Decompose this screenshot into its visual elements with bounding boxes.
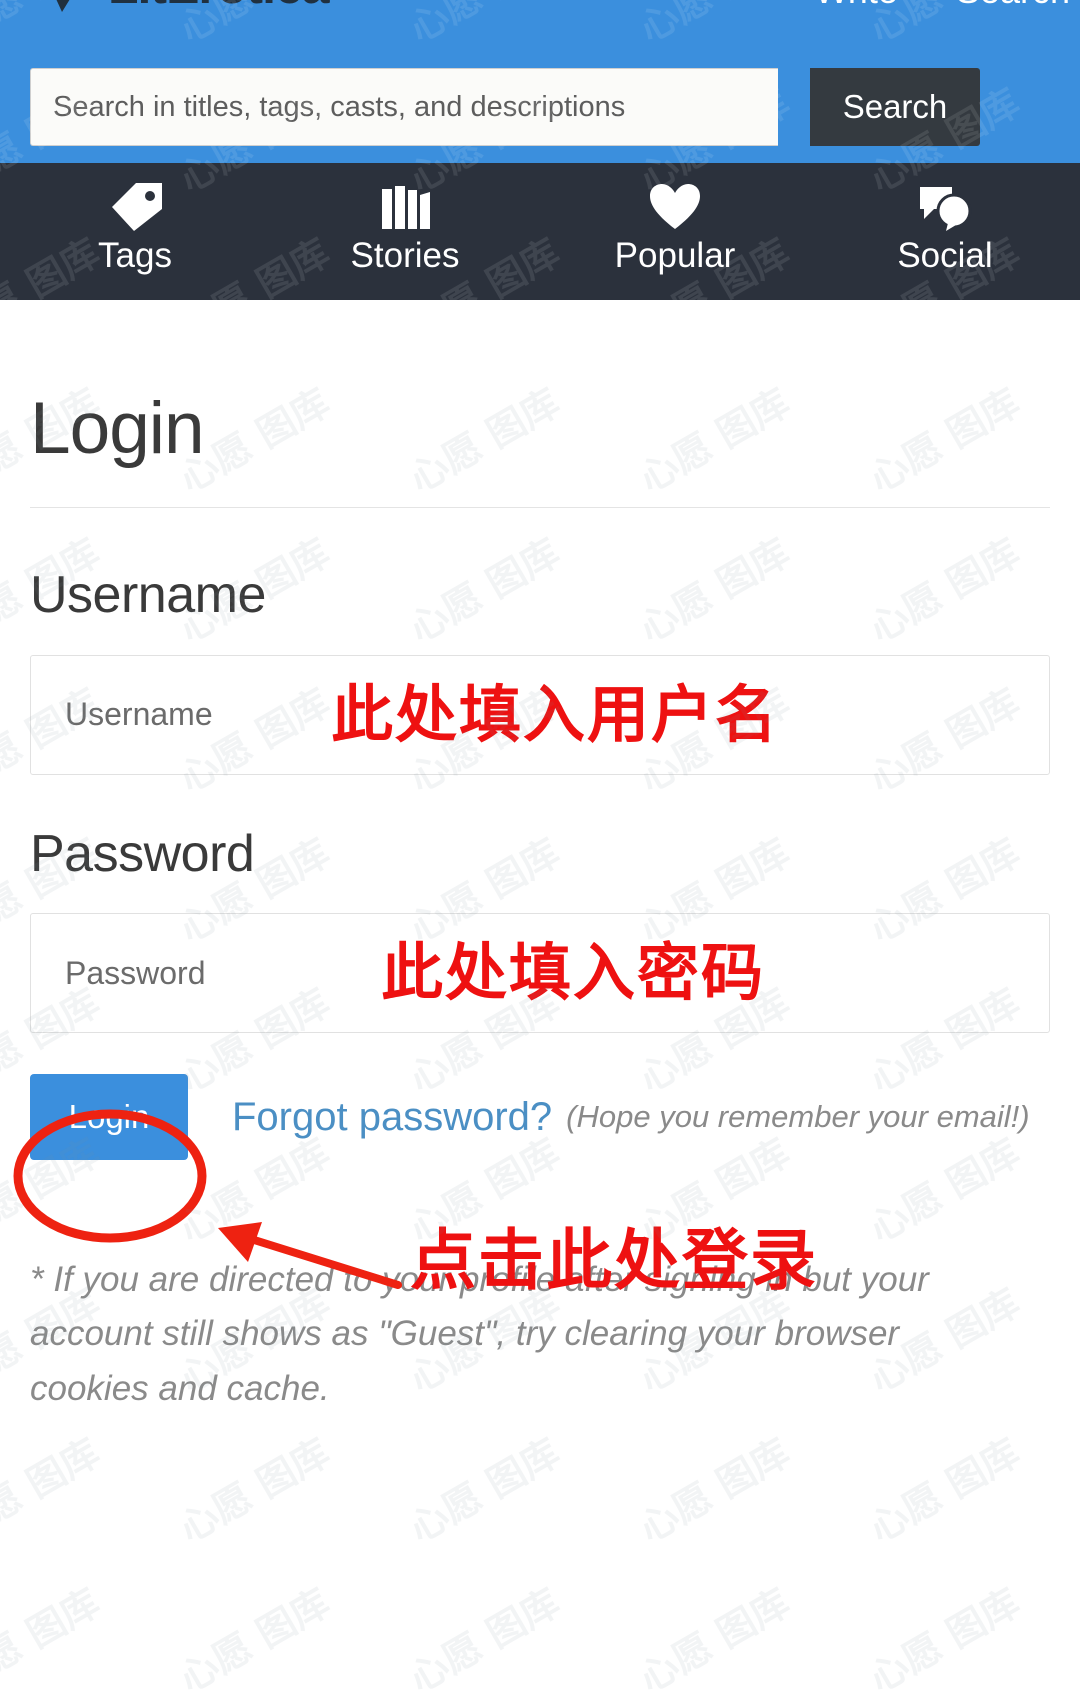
books-icon (376, 181, 434, 233)
heart-icon (646, 181, 704, 233)
username-placeholder: Username (65, 696, 213, 733)
nav-label-tags: Tags (98, 236, 172, 275)
login-actions-row: Login Forgot password? (Hope you remembe… (30, 1069, 1050, 1165)
forgot-password-note: (Hope you remember your email!) (566, 1099, 1030, 1135)
password-label: Password (30, 824, 255, 883)
main-nav: Tags Stories Popular Social (0, 163, 1080, 300)
password-field[interactable]: Password 此处填入密码 (30, 913, 1050, 1034)
nav-item-tags[interactable]: Tags (0, 163, 270, 276)
annotation-login-hint: 点击此处登录 (410, 1222, 818, 1299)
username-field[interactable]: Username 此处填入用户名 (30, 654, 1050, 775)
tag-icon (106, 181, 164, 233)
speech-bubbles-icon (916, 181, 974, 233)
watermark-text: 心愿 图库 (401, 1580, 567, 1701)
login-button[interactable]: Login (30, 1074, 188, 1161)
nav-item-popular[interactable]: Popular (540, 163, 810, 276)
watermark-text: 心愿 图库 (0, 1580, 107, 1701)
login-page: LitErotica Write Search Search Tags (0, 0, 1080, 1701)
header-link-search[interactable]: Search (956, 0, 1070, 12)
nav-item-stories[interactable]: Stories (270, 163, 540, 276)
search-bar: Search (30, 68, 1050, 146)
logo-mark-icon (28, 0, 98, 16)
nav-label-social: Social (897, 236, 993, 275)
page-title: Login (30, 388, 205, 469)
nav-label-stories: Stories (350, 236, 460, 275)
annotation-password-hint: 此处填入密码 (381, 936, 766, 1010)
password-placeholder: Password (65, 954, 206, 991)
nav-label-popular: Popular (614, 236, 736, 275)
logo-text: LitErotica (108, 0, 330, 11)
title-divider (30, 507, 1050, 508)
watermark-text: 心愿 图库 (631, 1580, 797, 1701)
annotation-username-hint: 此处填入用户名 (331, 677, 780, 751)
username-label: Username (30, 566, 266, 624)
site-header: LitErotica Write Search Search (0, 0, 1080, 163)
header-link-write[interactable]: Write (815, 0, 898, 12)
header-links: Write Search (815, 0, 1070, 12)
forgot-password-link[interactable]: Forgot password? (232, 1095, 552, 1140)
search-input[interactable] (30, 68, 778, 146)
nav-item-social[interactable]: Social (810, 163, 1080, 276)
site-logo[interactable]: LitErotica (28, 0, 330, 16)
watermark-text: 心愿 图库 (171, 1580, 337, 1701)
watermark-text: 心愿 图库 (861, 1580, 1027, 1701)
search-button[interactable]: Search (810, 68, 980, 146)
